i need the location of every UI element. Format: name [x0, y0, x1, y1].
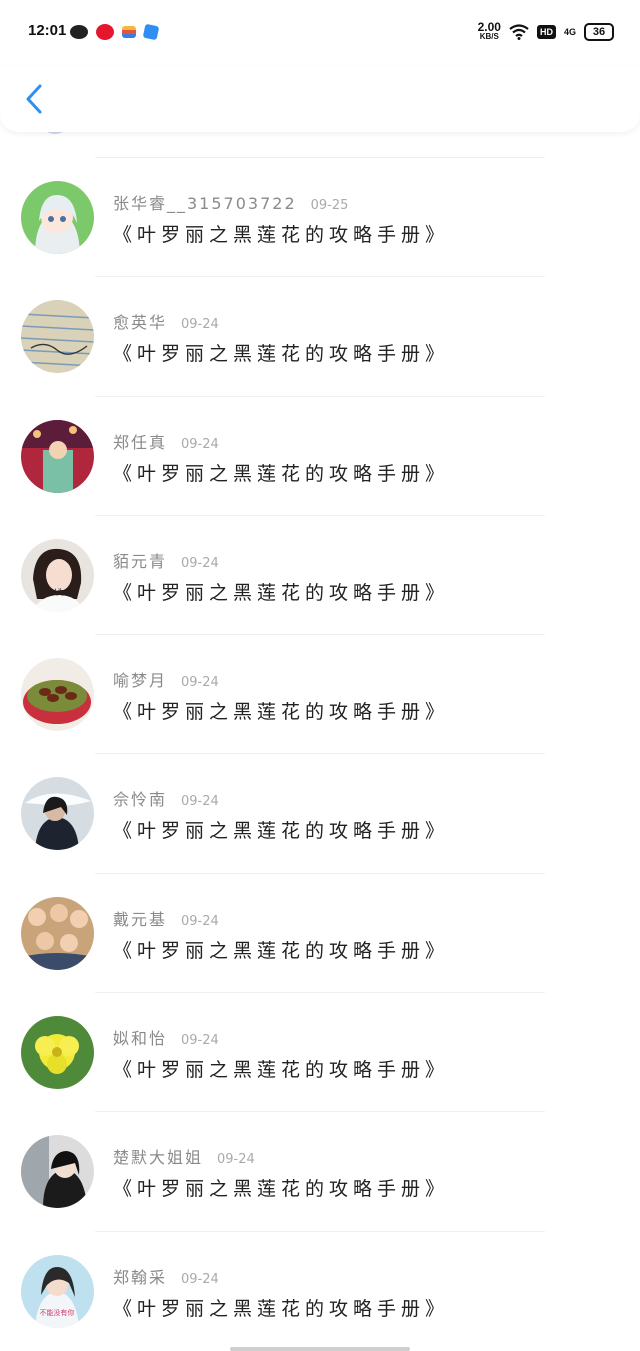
wifi-icon [509, 24, 529, 40]
message-date: 09-24 [181, 913, 219, 929]
sender-name: 戴元基 09-24 [113, 909, 219, 929]
avatar [21, 777, 94, 851]
signal-icon: 4G [563, 27, 576, 37]
sender-name: 愈英华 09-24 [113, 313, 219, 333]
sender-name: 姒和怡 09-24 [113, 1029, 219, 1049]
sender-name: 郑任真 09-24 [113, 432, 219, 452]
message-text: 《叶罗丽之黑莲花的攻略手册》 [113, 224, 450, 246]
list-item[interactable]: 楚默大姐姐 09-24 《叶罗丽之黑莲花的攻略手册》 [0, 1112, 640, 1232]
avatar [21, 1135, 94, 1209]
notification-icons [70, 23, 160, 41]
home-indicator[interactable] [230, 1347, 410, 1351]
avatar-caption: 自以为是 [41, 587, 73, 597]
message-text: 《叶罗丽之黑莲花的攻略手册》 [113, 1297, 450, 1320]
message-date: 09-24 [181, 555, 219, 571]
message-text: 《叶罗丽之黑莲花的攻略手册》 [113, 581, 450, 604]
sender-name: 佘怜南 09-24 [113, 790, 219, 810]
message-text: 《叶罗丽之黑莲花的攻略手册》 [113, 939, 450, 962]
avatar: 自以为是 [21, 538, 94, 612]
sender-name: 郑翰采 09-24 [113, 1267, 219, 1287]
message-date: 09-24 [181, 794, 219, 810]
message-date: 09-24 [217, 1152, 255, 1168]
weibo-icon [96, 24, 114, 40]
message-text: 《叶罗丽之黑莲花的攻略手册》 [113, 1059, 450, 1082]
list-item[interactable]: 喻梦月 09-24 《叶罗丽之黑莲花的攻略手册》 [0, 635, 640, 755]
network-speed: 2.00 KB/S [478, 21, 501, 42]
list-item[interactable]: 自以为是 貊元青 09-24 《叶罗丽之黑莲花的攻略手册》 [0, 516, 640, 636]
list-item[interactable]: 张华睿__315703722 09-25 《叶罗丽之黑莲花的攻略手册》 [0, 158, 640, 278]
avatar [21, 419, 94, 493]
app-notification-icon [122, 26, 136, 38]
message-text: 《叶罗丽之黑莲花的攻略手册》 [113, 820, 450, 843]
network-speed-unit: KB/S [479, 32, 499, 41]
sender-name: 楚默大姐姐 09-24 [113, 1148, 255, 1168]
sender-name: 喻梦月 09-24 [113, 671, 219, 691]
avatar [21, 181, 94, 254]
list-item[interactable]: 姒和怡 09-24 《叶罗丽之黑莲花的攻略手册》 [0, 993, 640, 1113]
sender-name: 张华睿__315703722 09-25 [113, 194, 349, 213]
nav-header [0, 66, 640, 132]
avatar [21, 896, 94, 970]
avatar-caption: 不能没有你 [40, 1308, 75, 1317]
status-time: 12:01 [28, 22, 67, 39]
list-item[interactable]: 不能没有你 郑翰采 09-24 《叶罗丽之黑莲花的攻略手册》 [0, 1232, 640, 1351]
avatar [21, 300, 94, 374]
message-text: 《叶罗丽之黑莲花的攻略手册》 [113, 1178, 450, 1201]
wechat-icon [70, 25, 88, 39]
message-text: 《叶罗丽之黑莲花的攻略手册》 [113, 462, 450, 485]
message-text: 《叶罗丽之黑莲花的攻略手册》 [113, 343, 450, 366]
status-bar: 12:01 2.00 KB/S HD 4G 36 [0, 0, 640, 66]
avatar [21, 1016, 94, 1090]
chevron-left-icon[interactable] [22, 82, 48, 116]
message-list: 张华睿__315703722 09-25 《叶罗丽之黑莲花的攻略手册》 愈英华 09… [0, 158, 640, 1351]
list-item[interactable]: 戴元基 09-24 《叶罗丽之黑莲花的攻略手册》 [0, 874, 640, 994]
message-date: 09-24 [181, 675, 219, 691]
message-text: 《叶罗丽之黑莲花的攻略手册》 [113, 701, 450, 724]
hd-badge: HD [536, 25, 556, 39]
list-item[interactable]: 愈英华 09-24 《叶罗丽之黑莲花的攻略手册》 [0, 277, 640, 397]
app-notification-icon-2 [142, 23, 160, 41]
avatar [21, 658, 94, 732]
message-date: 09-24 [181, 1271, 219, 1287]
message-date: 09-25 [310, 198, 349, 213]
list-item[interactable]: 佘怜南 09-24 《叶罗丽之黑莲花的攻略手册》 [0, 754, 640, 874]
sender-name: 貊元青 09-24 [113, 551, 219, 571]
message-date: 09-24 [181, 436, 219, 452]
status-right: 2.00 KB/S HD 4G 36 [478, 21, 614, 42]
avatar: 不能没有你 [21, 1254, 94, 1328]
message-date: 09-24 [181, 1033, 219, 1049]
battery-icon: 36 [584, 23, 614, 41]
list-item[interactable]: 郑任真 09-24 《叶罗丽之黑莲花的攻略手册》 [0, 397, 640, 516]
message-date: 09-24 [181, 317, 219, 333]
